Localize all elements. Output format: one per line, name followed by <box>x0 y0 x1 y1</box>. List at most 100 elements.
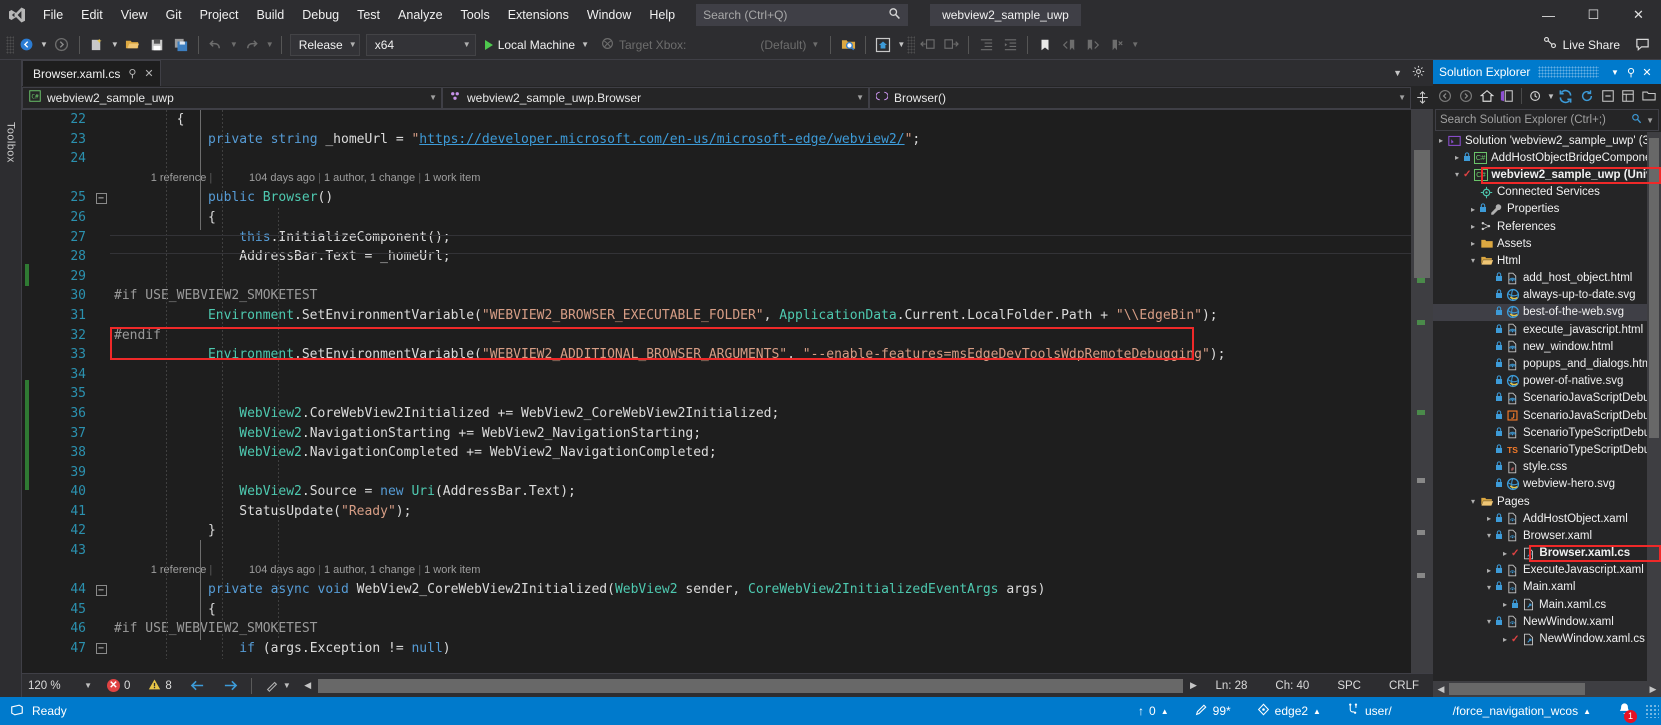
repository[interactable]: edge2 ▲ <box>1244 697 1334 725</box>
code-lens-row[interactable]: 1 reference | 104 days ago | 1 author, 1… <box>114 561 1411 581</box>
outdent-icon[interactable] <box>975 34 997 56</box>
back-icon[interactable] <box>1435 86 1455 106</box>
tree-item[interactable]: ▸ Properties <box>1433 201 1661 218</box>
code-line[interactable]: StatusUpdate("Ready"); <box>114 502 1411 522</box>
menu-project[interactable]: Project <box>191 0 248 30</box>
menu-window[interactable]: Window <box>578 0 640 30</box>
tab-browser-xaml-cs[interactable]: Browser.xaml.cs ⚲ ✕ <box>22 60 161 86</box>
more-toolbar-icon[interactable]: ▼ <box>1131 40 1139 49</box>
pin-icon[interactable]: ⚲ <box>1623 66 1639 79</box>
expander-icon[interactable]: ▸ <box>1435 136 1447 145</box>
menu-file[interactable]: File <box>34 0 72 30</box>
editor-vertical-scrollbar[interactable] <box>1411 110 1433 673</box>
switch-views-icon[interactable] <box>1497 86 1517 106</box>
toolbar-grip[interactable] <box>907 35 916 54</box>
fold-toggle[interactable]: − <box>92 188 110 208</box>
tree-item[interactable]: ▸ C# AddHostObjectBridgeCompone <box>1433 149 1661 166</box>
expander-icon[interactable]: ▾ <box>1467 497 1479 506</box>
code-line[interactable]: private string _homeUrl = "https://devel… <box>114 130 1411 150</box>
solution-platform-combo[interactable]: x64 ▼ <box>365 33 476 56</box>
hscroll-right-arrow[interactable]: ▶ <box>1645 684 1661 695</box>
navigate-forward-icon[interactable] <box>51 34 73 56</box>
undo-icon[interactable] <box>205 34 227 56</box>
chevron-down-icon[interactable]: ▼ <box>1646 116 1654 125</box>
expander-icon[interactable]: ▸ <box>1499 635 1511 644</box>
navbar-type-dropdown[interactable]: webview2_sample_uwp.Browser ▼ <box>442 86 869 109</box>
tree-item[interactable]: TS ScenarioTypeScriptDebug <box>1433 441 1661 458</box>
tree-item[interactable]: execute_javascript.html <box>1433 321 1661 338</box>
tree-item[interactable]: ▾ Main.xaml <box>1433 579 1661 596</box>
expander-icon[interactable]: ▾ <box>1467 256 1479 265</box>
pending-changes[interactable]: 99* <box>1182 697 1244 725</box>
code-line[interactable]: private async void WebView2_CoreWebView2… <box>114 580 1411 600</box>
expander-icon[interactable]: ▸ <box>1483 514 1495 523</box>
chevron-down-icon[interactable]: ▼ <box>1393 68 1402 78</box>
expander-icon[interactable]: ▸ <box>1499 549 1511 558</box>
code-editor[interactable]: 22 23 24 25 26 27 28 29 30 31 32 33 34 35 36 37 38 39 40 41… <box>22 110 1433 673</box>
menu-extensions[interactable]: Extensions <box>499 0 578 30</box>
solution-tree[interactable]: ▸ Solution 'webview2_sample_uwp' (3 ▸ C# Add… <box>1433 132 1661 681</box>
code-line[interactable]: { <box>114 110 1411 130</box>
code-line[interactable] <box>114 463 1411 483</box>
code-line[interactable] <box>114 267 1411 287</box>
notifications-button[interactable]: 1 <box>1604 697 1645 725</box>
expander-icon[interactable]: ▸ <box>1483 566 1495 575</box>
code-line[interactable]: public Browser() <box>114 188 1411 208</box>
split-view-icon[interactable] <box>1411 91 1433 104</box>
minimize-button[interactable]: — <box>1526 0 1571 30</box>
comment-icon[interactable] <box>916 34 938 56</box>
workspace[interactable]: /force_navigation_wcos ▲ <box>1405 697 1604 725</box>
editor-horizontal-scrollbar[interactable] <box>317 678 1184 693</box>
chevron-down-icon[interactable]: ▼ <box>1607 68 1623 77</box>
show-all-files-icon[interactable] <box>1639 86 1659 106</box>
code-line[interactable]: #endif <box>114 326 1411 346</box>
new-project-icon[interactable] <box>86 34 108 56</box>
tree-item[interactable]: ▾ Html <box>1433 252 1661 269</box>
code-line[interactable]: } <box>114 521 1411 541</box>
toolbox-tab[interactable]: Toolbox <box>0 60 22 697</box>
zoom-control[interactable]: 120 % ▼ <box>22 680 98 692</box>
forward-icon[interactable] <box>1456 86 1476 106</box>
redo-icon[interactable] <box>241 34 263 56</box>
hscroll-thumb[interactable] <box>1449 683 1585 695</box>
code-line[interactable]: WebView2.NavigationStarting += WebView2_… <box>114 424 1411 444</box>
tree-item[interactable]: ▾ Browser.xaml <box>1433 527 1661 544</box>
previous-bookmark-icon[interactable] <box>1058 34 1080 56</box>
find-in-files-icon[interactable] <box>837 34 859 56</box>
tree-item[interactable]: ScenarioJavaScriptDebug <box>1433 390 1661 407</box>
indentation-indicator[interactable]: SPC <box>1323 680 1375 692</box>
menu-help[interactable]: Help <box>640 0 684 30</box>
navigate-back-icon[interactable] <box>15 34 37 56</box>
code-line[interactable]: Environment.SetEnvironmentVariable("WEBV… <box>114 306 1411 326</box>
expander-icon[interactable]: ▸ <box>1467 205 1479 214</box>
maximize-button[interactable]: ☐ <box>1571 0 1616 30</box>
navbar-project-dropdown[interactable]: C# webview2_sample_uwp ▼ <box>22 86 442 109</box>
quick-launch-search[interactable]: Search (Ctrl+Q) <box>696 4 909 26</box>
code-line[interactable]: WebView2.Source = new Uri(AddressBar.Tex… <box>114 482 1411 502</box>
pin-icon[interactable]: ⚲ <box>128 67 136 80</box>
error-count[interactable]: ✕ 0 <box>98 679 139 692</box>
back-dropdown-icon[interactable]: ▼ <box>40 40 48 49</box>
warning-count[interactable]: 8 <box>139 678 180 694</box>
tree-item[interactable]: webview-hero.svg <box>1433 476 1661 493</box>
gear-icon[interactable] <box>1412 65 1425 81</box>
close-icon[interactable]: ✕ <box>144 67 153 80</box>
code-line[interactable]: #if USE_WEBVIEW2_SMOKETEST <box>114 286 1411 306</box>
menu-test[interactable]: Test <box>348 0 389 30</box>
menu-edit[interactable]: Edit <box>72 0 112 30</box>
tree-item[interactable]: ▾ Pages <box>1433 493 1661 510</box>
save-all-icon[interactable] <box>170 34 192 56</box>
fold-toggle[interactable]: − <box>92 580 110 600</box>
menu-tools[interactable]: Tools <box>452 0 499 30</box>
expander-icon[interactable]: ▸ <box>1467 239 1479 248</box>
tree-item[interactable]: ▸ References <box>1433 218 1661 235</box>
code-line[interactable]: { <box>114 208 1411 228</box>
expander-icon[interactable]: ▸ <box>1467 222 1479 231</box>
expander-icon[interactable]: ▾ <box>1483 531 1495 540</box>
close-button[interactable]: ✕ <box>1616 0 1661 30</box>
menu-analyze[interactable]: Analyze <box>389 0 451 30</box>
tree-item[interactable]: ScenarioTypeScriptDebug <box>1433 424 1661 441</box>
live-share-button[interactable]: Live Share <box>1533 36 1630 53</box>
tree-item[interactable]: Connected Services <box>1433 184 1661 201</box>
feedback-icon[interactable] <box>1631 34 1653 56</box>
